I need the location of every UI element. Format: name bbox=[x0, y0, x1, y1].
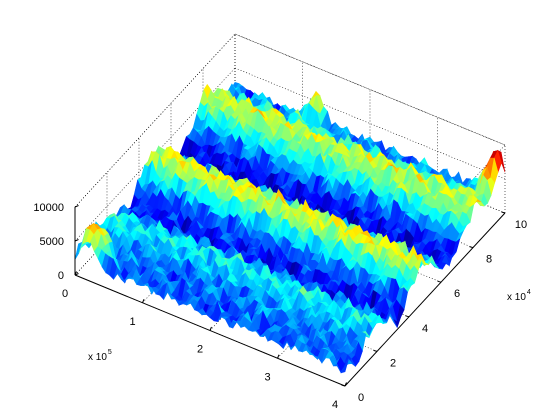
y-tick bbox=[405, 315, 410, 318]
y-tick-label: 4 bbox=[422, 323, 428, 335]
x-tick-label: 2 bbox=[197, 344, 203, 356]
x-tick-label: 4 bbox=[332, 399, 338, 411]
z-tick bbox=[74, 239, 79, 242]
x-tick-label: 0 bbox=[62, 288, 68, 300]
y-tick bbox=[341, 384, 346, 387]
surface-mesh bbox=[74, 82, 506, 374]
x-axis-multiplier: x 105 bbox=[88, 349, 112, 363]
y-tick-label: 2 bbox=[390, 357, 396, 369]
z-tick-label: 5000 bbox=[40, 236, 64, 248]
x-tick bbox=[142, 299, 145, 303]
z-tick-label: 0 bbox=[58, 270, 64, 282]
x-tick bbox=[277, 354, 280, 359]
y-tick-label: 0 bbox=[358, 392, 364, 404]
y-tick bbox=[437, 280, 442, 283]
y-tick-label: 8 bbox=[486, 254, 492, 266]
y-axis-multiplier: x 104 bbox=[507, 289, 531, 303]
x-tick-label: 1 bbox=[129, 316, 135, 328]
z-tick-label: 10000 bbox=[33, 202, 64, 214]
y-tick-label: 10 bbox=[515, 219, 527, 231]
x-tick-label: 3 bbox=[264, 371, 270, 383]
x-tick bbox=[344, 382, 347, 387]
y-tick bbox=[469, 246, 474, 249]
y-tick bbox=[373, 349, 378, 352]
surface-plot: 0 1 2 3 4 0 2 4 6 8 10 0 5000 10000 x 105 x 104 bbox=[33, 33, 531, 411]
y-tick bbox=[501, 211, 506, 214]
z-tick bbox=[74, 205, 79, 208]
y-tick-label: 6 bbox=[454, 288, 460, 300]
x-tick bbox=[209, 326, 212, 331]
